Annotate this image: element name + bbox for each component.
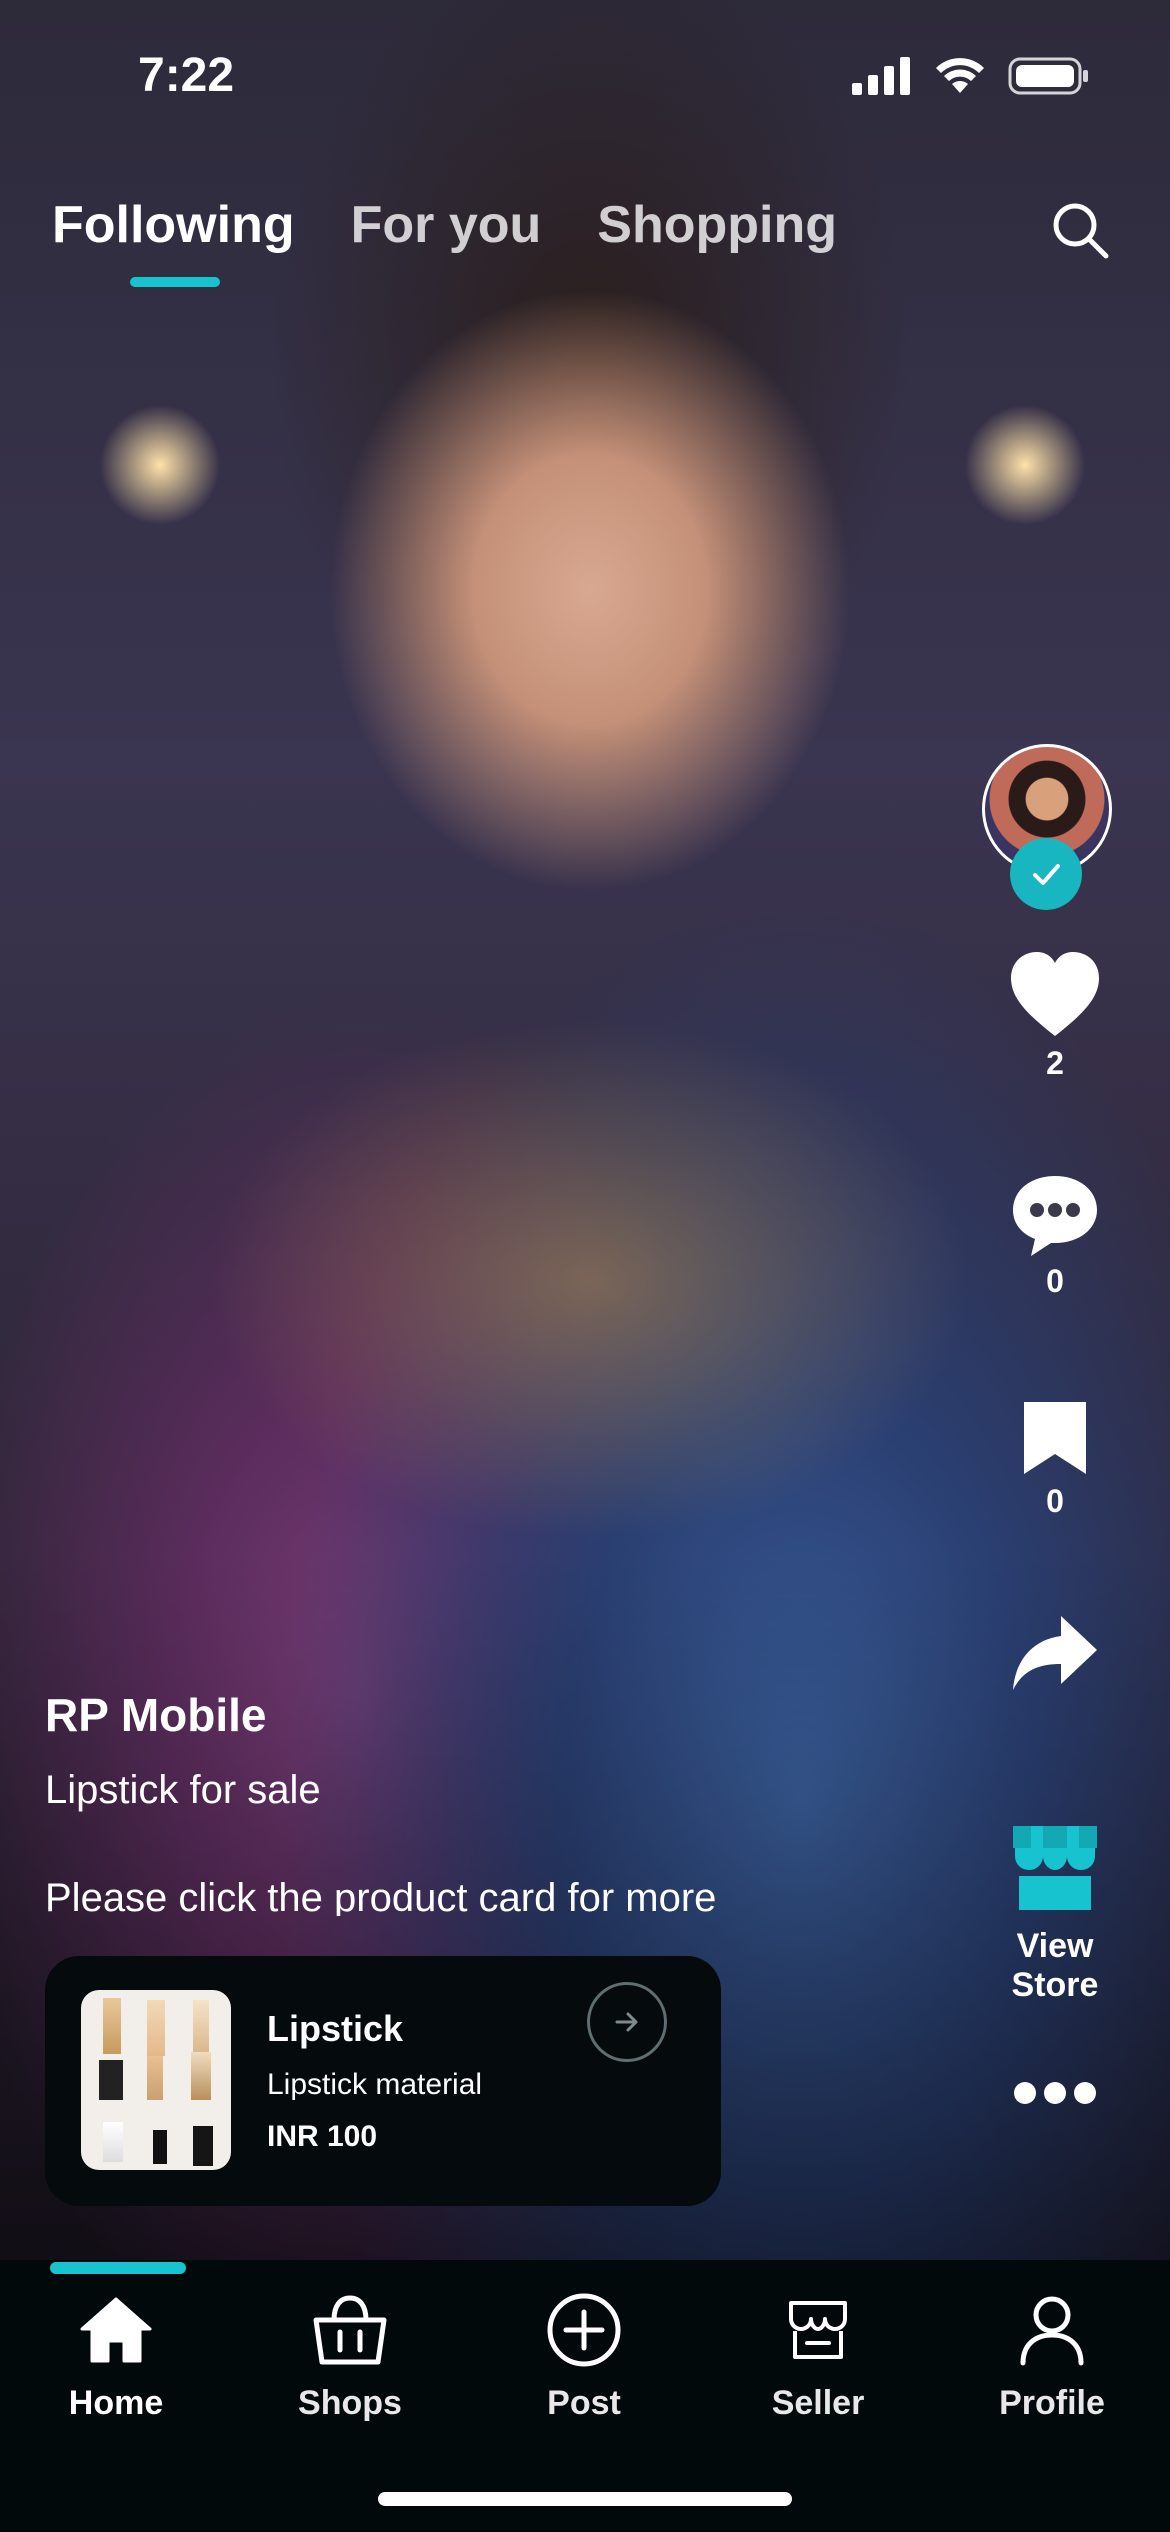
status-time: 7:22: [138, 49, 235, 102]
product-thumbnail: [81, 1990, 231, 2170]
bookmark-icon: [1024, 1402, 1086, 1474]
thumb-swatch: [193, 2000, 209, 2056]
author-name[interactable]: RP Mobile: [45, 1688, 267, 1742]
thumb-swatch: [99, 2060, 123, 2100]
nav-home-label: Home: [68, 2384, 164, 2422]
save-button[interactable]: 0: [980, 1398, 1130, 1520]
profile-icon: [1020, 2296, 1084, 2366]
product-subtitle: Lipstick material: [267, 2068, 483, 2101]
comment-button[interactable]: 0: [980, 1172, 1130, 1300]
more-icon: [1014, 2082, 1096, 2104]
product-title: Lipstick: [267, 2008, 404, 2049]
basket-icon: [313, 2295, 387, 2365]
thumb-swatch: [193, 2126, 213, 2166]
seller-store-icon: [789, 2301, 847, 2359]
thumb-swatch: [147, 2000, 165, 2056]
plus-circle-icon: [547, 2293, 621, 2367]
follow-status-button[interactable]: [1010, 838, 1082, 910]
thumb-swatch: [103, 2122, 123, 2162]
tab-for-you[interactable]: For you: [351, 195, 542, 255]
status-icons: [852, 56, 1090, 96]
feed-screen: 7:22 Following For you Shopping 2 0 0 Vi…: [0, 0, 1170, 2532]
more-options-button[interactable]: [980, 2078, 1130, 2113]
thumb-swatch: [153, 2130, 167, 2164]
nav-shops[interactable]: Shops: [260, 2288, 440, 2423]
nav-profile[interactable]: Profile: [962, 2288, 1142, 2423]
product-card[interactable]: Lipstick Lipstick material INR 100: [45, 1956, 721, 2206]
nav-post[interactable]: Post: [494, 2288, 674, 2423]
signal-icon: [852, 57, 910, 95]
post-caption: Lipstick for sale: [45, 1768, 321, 1812]
arrow-right-icon: [615, 2012, 638, 2032]
view-store-label: View Store: [1011, 1927, 1099, 2004]
like-count: 2: [1046, 1045, 1064, 1081]
tab-following[interactable]: Following: [52, 195, 295, 287]
view-store-button[interactable]: View Store: [980, 1822, 1130, 2005]
thumb-swatch: [191, 2052, 211, 2100]
open-product-button[interactable]: [587, 1982, 667, 2062]
battery-icon: [1008, 57, 1088, 95]
like-button[interactable]: 2: [980, 950, 1130, 1082]
nav-shops-label: Shops: [298, 2384, 402, 2422]
tab-following-label: Following: [52, 196, 295, 254]
home-indicator[interactable]: [378, 2492, 792, 2506]
search-icon[interactable]: [1048, 198, 1112, 262]
nav-profile-label: Profile: [999, 2384, 1105, 2422]
feed-tabs: Following For you Shopping: [52, 195, 837, 287]
product-price: INR 100: [267, 2120, 378, 2153]
share-icon: [1013, 1616, 1097, 1690]
wifi-icon: [936, 58, 984, 93]
nav-seller-label: Seller: [771, 2384, 865, 2422]
home-icon: [80, 2297, 152, 2363]
check-icon: [1033, 864, 1060, 885]
store-icon: [1013, 1826, 1097, 1910]
active-tab-indicator: [130, 277, 220, 287]
heart-icon: [1011, 952, 1099, 1036]
nav-post-label: Post: [547, 2384, 621, 2422]
tab-shopping-label: Shopping: [597, 196, 837, 254]
comment-count: 0: [1046, 1263, 1064, 1299]
nav-home[interactable]: Home: [26, 2288, 206, 2423]
thumb-swatch: [147, 2056, 163, 2100]
thumb-swatch: [103, 1998, 121, 2054]
post-caption-more: Please click the product card for more: [45, 1876, 717, 1916]
save-count: 0: [1046, 1483, 1064, 1519]
active-nav-indicator: [50, 2262, 186, 2274]
tab-shopping[interactable]: Shopping: [597, 195, 837, 255]
nav-seller[interactable]: Seller: [728, 2288, 908, 2423]
tab-for-you-label: For you: [350, 196, 542, 254]
share-button[interactable]: [980, 1612, 1130, 1699]
comment-icon: [1013, 1176, 1097, 1256]
